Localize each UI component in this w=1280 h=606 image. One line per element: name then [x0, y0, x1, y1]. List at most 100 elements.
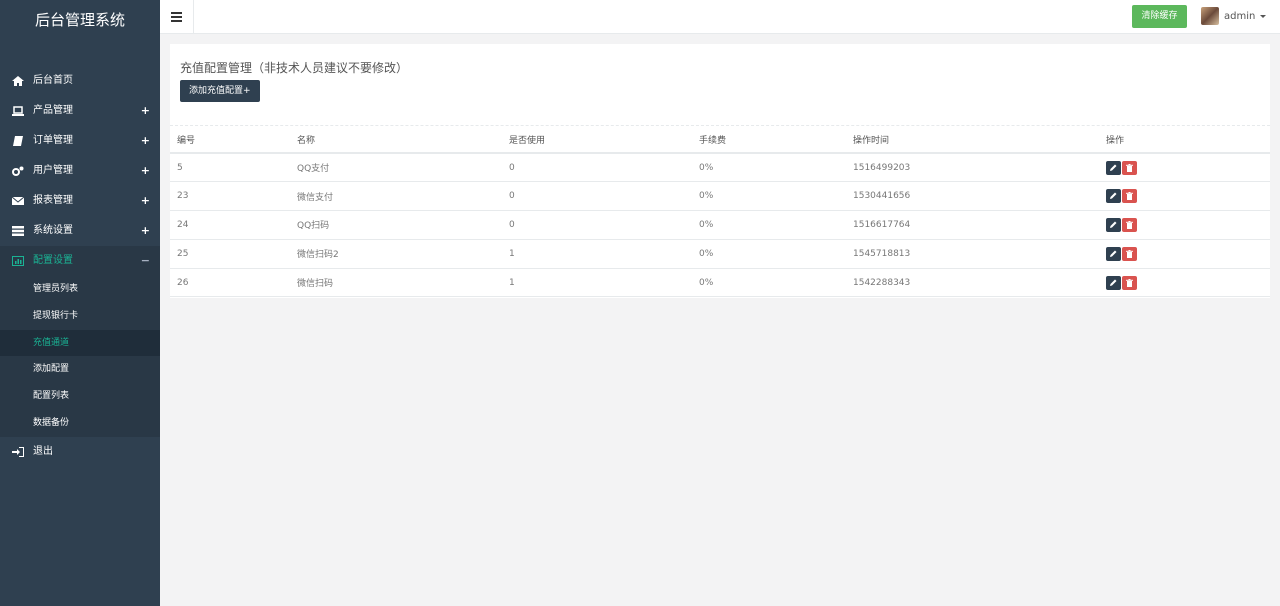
caret-down-icon — [1260, 14, 1267, 18]
sign-in-icon — [12, 446, 24, 457]
trash-icon — [1126, 220, 1133, 229]
table-cell: 26 — [170, 268, 290, 298]
trash-icon — [1126, 163, 1133, 172]
config-submenu: 管理员列表 提现银行卡 充值通道 添加配置 配置列表 数据备份 — [0, 276, 160, 437]
table-cell: 0 — [502, 153, 692, 183]
recharge-table: 编号 名称 是否使用 手续费 操作时间 操作 5 QQ支付 0 0% 151649920… — [170, 126, 1270, 298]
sidebar-item-label: 后台首页 — [33, 75, 73, 86]
edit-button[interactable] — [1106, 189, 1121, 204]
hamburger-icon — [171, 12, 182, 22]
table-cell: 微信支付 — [290, 181, 502, 212]
table-cell: QQ扫码 — [290, 210, 502, 240]
column-header[interactable]: 操作 — [1099, 126, 1270, 154]
sidebar-item-users[interactable]: 用户管理 + — [0, 156, 160, 186]
table-cell: 23 — [170, 181, 290, 212]
pencil-icon — [1110, 164, 1117, 171]
avatar — [1201, 7, 1219, 25]
cogs-icon — [12, 166, 24, 176]
table-cell-actions — [1099, 181, 1270, 212]
expand-icon: + — [140, 104, 150, 117]
column-header[interactable]: 名称 — [290, 126, 502, 154]
table-header-row: 编号 名称 是否使用 手续费 操作时间 操作 — [170, 126, 1270, 154]
column-header[interactable]: 编号 — [170, 126, 290, 154]
table-cell-actions — [1099, 153, 1270, 183]
sidebar-item-label: 系统设置 — [33, 225, 73, 236]
sidebar-item-reports[interactable]: 报表管理 + — [0, 186, 160, 216]
trash-icon — [1126, 249, 1133, 258]
sidebar-item-label: 退出 — [33, 445, 53, 457]
table-cell: 0% — [692, 268, 846, 298]
pencil-icon — [1110, 192, 1117, 200]
expand-icon: + — [140, 164, 150, 177]
home-icon — [12, 76, 24, 86]
clear-cache-button[interactable]: 清除缓存 — [1132, 5, 1187, 28]
table-cell-actions — [1099, 268, 1270, 298]
table-cell: 5 — [170, 153, 290, 183]
table-row: 26 微信扫码 1 0% 1542288343 — [170, 268, 1270, 298]
pencil-icon — [1110, 221, 1117, 228]
sidebar: 后台管理系统 后台首页 产品管理 + 订单管理 + 用户管理 + 报表管理 + — [0, 0, 160, 606]
table-cell-actions — [1099, 239, 1270, 269]
sidebar-item-home[interactable]: 后台首页 — [0, 66, 160, 96]
table-cell: 0 — [502, 210, 692, 240]
column-header[interactable]: 手续费 — [692, 126, 846, 154]
table-cell: 0% — [692, 153, 846, 183]
edit-button[interactable] — [1106, 160, 1121, 175]
submenu-item-withdraw-card[interactable]: 提现银行卡 — [0, 303, 160, 330]
table-cell: 1516499203 — [846, 153, 1099, 183]
sidebar-item-config[interactable]: 配置设置 − — [0, 246, 160, 276]
sidebar-item-logout[interactable]: 退出 — [0, 437, 160, 467]
submenu-item-admin-list[interactable]: 管理员列表 — [0, 276, 160, 303]
edit-button[interactable] — [1106, 275, 1121, 290]
panel-header: 充值配置管理（非技术人员建议不要修改） 添加充值配置+ — [170, 44, 1270, 126]
trash-icon — [1126, 192, 1133, 201]
server-icon — [12, 226, 24, 236]
delete-button[interactable] — [1122, 275, 1137, 290]
table-cell: 1545718813 — [846, 239, 1099, 269]
topbar: 清除缓存 admin — [160, 0, 1280, 34]
table-cell: 0% — [692, 210, 846, 240]
sidebar-item-products[interactable]: 产品管理 + — [0, 96, 160, 126]
table-cell: 24 — [170, 210, 290, 240]
delete-button[interactable] — [1122, 189, 1137, 204]
table-cell: 0% — [692, 181, 846, 212]
column-header[interactable]: 操作时间 — [846, 126, 1099, 154]
submenu-item-backup[interactable]: 数据备份 — [0, 410, 160, 437]
submenu-item-config-list[interactable]: 配置列表 — [0, 383, 160, 410]
table-cell: 1516617764 — [846, 210, 1099, 240]
username: admin — [1224, 10, 1256, 22]
table-cell: 0% — [692, 239, 846, 269]
submenu-item-add-config[interactable]: 添加配置 — [0, 356, 160, 383]
laptop-icon — [12, 106, 24, 116]
delete-button[interactable] — [1122, 217, 1137, 232]
menu-toggle-button[interactable] — [160, 0, 194, 34]
edit-button[interactable] — [1106, 246, 1121, 261]
column-header[interactable]: 是否使用 — [502, 126, 692, 154]
sidebar-item-label: 配置设置 — [33, 255, 73, 266]
collapse-icon: − — [140, 254, 150, 267]
expand-icon: + — [140, 134, 150, 147]
expand-icon: + — [140, 224, 150, 237]
table-cell: 0 — [502, 181, 692, 212]
sidebar-item-system[interactable]: 系统设置 + — [0, 216, 160, 246]
page-title: 充值配置管理（非技术人员建议不要修改） — [180, 61, 409, 75]
table-cell: 1 — [502, 239, 692, 269]
edit-button[interactable] — [1106, 217, 1121, 232]
expand-icon: + — [140, 194, 150, 207]
add-recharge-config-button[interactable]: 添加充值配置+ — [180, 80, 260, 102]
trash-icon — [1126, 278, 1133, 287]
table-cell: 1542288343 — [846, 268, 1099, 298]
table-cell: 微信扫码 — [290, 268, 502, 298]
delete-button[interactable] — [1122, 160, 1137, 175]
sidebar-item-orders[interactable]: 订单管理 + — [0, 126, 160, 156]
submenu-item-recharge-channel[interactable]: 充值通道 — [0, 329, 160, 357]
sidebar-nav: 后台首页 产品管理 + 订单管理 + 用户管理 + 报表管理 + 系统设置 + — [0, 66, 160, 467]
envelope-icon — [12, 196, 24, 205]
table-cell: 微信扫码2 — [290, 239, 502, 269]
chart-icon — [12, 256, 24, 266]
sidebar-item-label: 产品管理 — [33, 105, 73, 116]
user-menu[interactable]: admin — [1201, 7, 1267, 25]
table-row: 24 QQ扫码 0 0% 1516617764 — [170, 210, 1270, 240]
table-row: 5 QQ支付 0 0% 1516499203 — [170, 153, 1270, 183]
delete-button[interactable] — [1122, 246, 1137, 261]
